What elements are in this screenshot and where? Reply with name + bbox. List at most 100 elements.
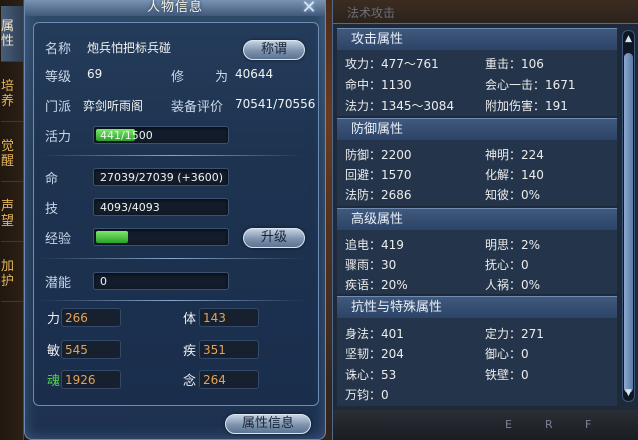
soul-value: 1926 — [65, 373, 96, 387]
soul-box: 1926 — [61, 370, 121, 389]
exp-bar-fill — [96, 231, 129, 243]
section-header-attack[interactable]: 攻击属性 — [337, 28, 617, 50]
cultivation-label: 修 — [171, 70, 185, 85]
cultivation-value: 40644 — [235, 67, 274, 81]
potential-label: 潜能 — [45, 276, 72, 291]
stat-item: 明思：2% — [485, 238, 541, 252]
side-tab-label: 加护 — [1, 258, 15, 289]
stat-item: 命中：1130 — [345, 78, 412, 92]
sect-label: 门派 — [45, 100, 72, 115]
potential-value: 0 — [100, 275, 107, 288]
stat-item: 知彼：0% — [485, 188, 541, 202]
hotkey-label: R — [545, 418, 553, 431]
agility-value: 545 — [65, 343, 88, 357]
side-tab-protection[interactable]: 加护 — [1, 246, 23, 302]
mind-value: 264 — [203, 373, 226, 387]
section-divider — [39, 155, 305, 156]
side-tab-label: 觉醒 — [1, 138, 15, 169]
background-label: 法术攻击 — [347, 6, 396, 20]
hotkey-label: E — [505, 418, 512, 431]
stat-item: 骤雨：30 — [345, 258, 397, 272]
scrollbar[interactable]: ▲ ▼ — [622, 30, 635, 402]
exp-label: 经验 — [45, 232, 72, 247]
side-tab-bar: 属性 培养 觉醒 声望 加护 — [0, 0, 24, 440]
side-tab-label: 培养 — [1, 78, 15, 109]
speed-box: 351 — [199, 340, 259, 359]
speed-label: 疾 — [183, 344, 197, 359]
section-header-resistance[interactable]: 抗性与特殊属性 — [337, 296, 617, 318]
scroll-up-icon[interactable]: ▲ — [623, 33, 634, 45]
stat-item: 身法：401 — [345, 327, 404, 341]
cultivation-label-2: 为 — [215, 70, 229, 85]
mind-label: 念 — [183, 374, 197, 389]
gear-score-label: 装备评价 — [171, 100, 224, 115]
stat-item: 会心一击：1671 — [485, 78, 576, 92]
side-tab-awaken[interactable]: 觉醒 — [1, 126, 23, 182]
mind-box: 264 — [199, 370, 259, 389]
close-icon[interactable]: ✕ — [299, 0, 319, 17]
stat-item: 回避：1570 — [345, 168, 412, 182]
agility-label: 敏 — [47, 344, 61, 359]
stat-item: 诛心：53 — [345, 368, 397, 382]
strength-value: 266 — [65, 311, 88, 325]
stat-item: 疾语：20% — [345, 278, 408, 292]
skill-label: 技 — [45, 202, 59, 217]
constitution-box: 143 — [199, 308, 259, 327]
stat-item: 万钧：0 — [345, 388, 389, 402]
section-header-advanced[interactable]: 高级属性 — [337, 208, 617, 230]
character-panel: 人物信息 ✕ 名称 炮兵怕把标兵碰 称谓 等级 69 修 为 40644 门派 … — [24, 0, 326, 440]
character-title-bar[interactable]: 人物信息 — [25, 0, 325, 16]
upgrade-button[interactable]: 升级 — [243, 228, 305, 248]
constitution-value: 143 — [203, 311, 226, 325]
stat-item: 神明：224 — [485, 148, 544, 162]
stat-item: 抚心：0 — [485, 258, 529, 272]
potential-field: 0 — [93, 272, 229, 290]
section-divider — [39, 258, 305, 259]
side-tab-reputation[interactable]: 声望 — [1, 186, 23, 242]
section-header-defense[interactable]: 防御属性 — [337, 118, 617, 140]
vitality-value: 441/1500 — [100, 129, 153, 142]
side-tab-attributes[interactable]: 属性 — [1, 6, 23, 62]
attribute-panel-header: 法术攻击 — [333, 0, 638, 24]
vitality-label: 活力 — [45, 130, 72, 145]
side-tab-cultivate[interactable]: 培养 — [1, 66, 23, 122]
agility-box: 545 — [61, 340, 121, 359]
stat-item: 重击：106 — [485, 57, 544, 71]
strength-box: 266 — [61, 308, 121, 327]
hp-label: 命 — [45, 172, 59, 187]
gear-score-value: 70541/70556 — [235, 97, 316, 111]
scrollbar-thumb[interactable] — [624, 53, 633, 393]
attribute-info-button[interactable]: 属性信息 — [225, 414, 311, 434]
hotkey-bar-background: E R F — [333, 410, 638, 440]
skill-field: 4093/4093 — [93, 198, 229, 216]
section-divider — [39, 300, 305, 301]
side-tab-label: 声望 — [1, 198, 15, 229]
hp-value: 27039/27039 (+3600) — [100, 171, 223, 184]
name-label: 名称 — [45, 42, 72, 57]
stat-item: 坚韧：204 — [345, 347, 404, 361]
stat-item: 附加伤害：191 — [485, 99, 568, 113]
scroll-down-icon[interactable]: ▼ — [623, 387, 634, 399]
skill-value: 4093/4093 — [100, 201, 160, 214]
title-button[interactable]: 称谓 — [243, 40, 305, 60]
stat-item: 铁壁：0 — [485, 368, 529, 382]
strength-label: 力 — [47, 312, 61, 327]
vitality-bar: 441/1500 — [93, 126, 229, 144]
character-name: 炮兵怕把标兵碰 — [87, 41, 172, 55]
sect-value: 弈剑听雨阁 — [83, 99, 144, 113]
stat-item: 化解：140 — [485, 168, 544, 182]
stat-item: 攻力：477〜761 — [345, 57, 439, 71]
stat-item: 御心：0 — [485, 347, 529, 361]
stat-item: 防御：2200 — [345, 148, 412, 162]
attribute-detail-panel: 法术攻击 攻击属性 攻力：477〜761 重击：106 命中：1130 会心一击… — [332, 0, 638, 440]
level-value: 69 — [87, 67, 103, 81]
stat-item: 定力：271 — [485, 327, 544, 341]
side-tab-label: 属性 — [1, 18, 15, 49]
panel-title: 人物信息 — [146, 0, 203, 15]
hotkey-label: F — [585, 418, 592, 431]
hp-field: 27039/27039 (+3600) — [93, 168, 229, 186]
stat-item: 法防：2686 — [345, 188, 412, 202]
soul-label: 魂 — [47, 374, 61, 389]
speed-value: 351 — [203, 343, 226, 357]
stat-item: 人祸：0% — [485, 278, 541, 292]
